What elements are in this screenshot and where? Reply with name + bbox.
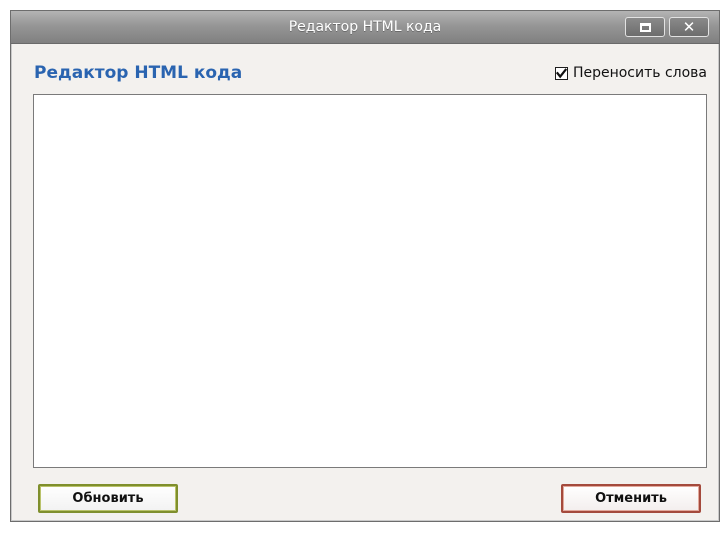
maximize-button[interactable] [625,17,665,37]
wrap-words-toggle[interactable]: Переносить слова [554,65,707,81]
screen: Редактор HTML кода ✕ Редактор HTML кода … [0,0,724,533]
window-title: Редактор HTML кода [288,19,442,35]
close-icon: ✕ [682,17,696,36]
wrap-words-checkbox[interactable] [554,66,568,80]
title-bar[interactable]: Редактор HTML кода ✕ [11,11,719,44]
checkmark-icon [555,67,567,78]
html-code-textarea[interactable] [33,94,707,468]
wrap-words-label: Переносить слова [572,65,707,81]
html-editor-dialog: Редактор HTML кода ✕ Редактор HTML кода … [10,10,720,522]
maximize-icon [639,22,651,32]
cancel-button[interactable]: Отменить [561,484,701,513]
close-button[interactable]: ✕ [669,17,709,37]
update-button[interactable]: Обновить [38,484,178,513]
dialog-heading: Редактор HTML кода [34,63,243,83]
